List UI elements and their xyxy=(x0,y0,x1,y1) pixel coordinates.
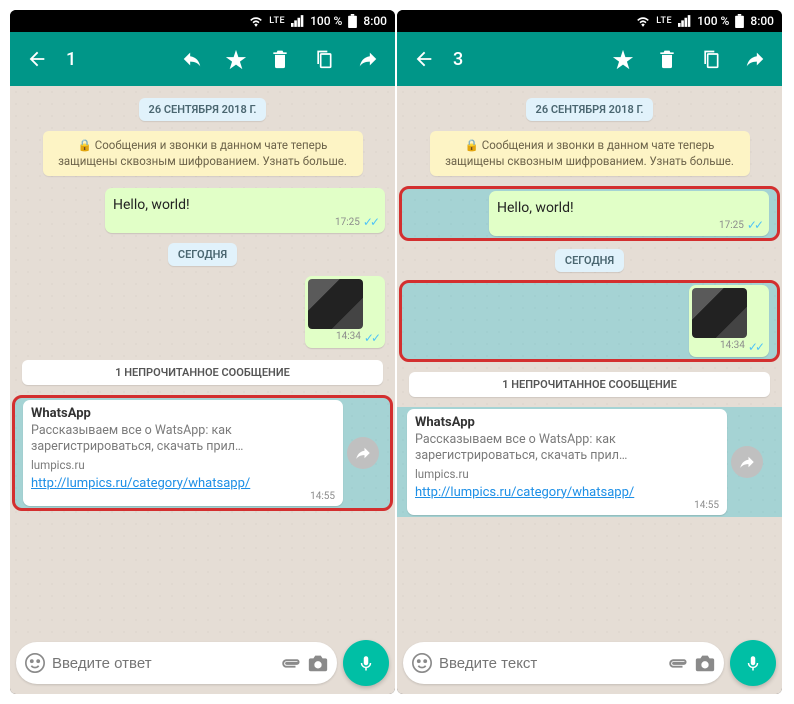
battery-icon xyxy=(735,14,744,28)
link-preview-title: WhatsApp xyxy=(415,415,719,430)
forward-bubble-icon[interactable] xyxy=(731,446,763,478)
link-url[interactable]: http://lumpics.ru/category/whatsapp/ xyxy=(31,476,335,491)
camera-icon[interactable] xyxy=(694,652,716,674)
image-thumbnail[interactable] xyxy=(692,288,747,338)
today-chip: СЕГОДНЯ xyxy=(168,243,237,266)
message-text: Hello, world! xyxy=(113,197,190,213)
voice-button[interactable] xyxy=(730,640,776,686)
camera-icon[interactable] xyxy=(307,652,329,674)
forward-icon[interactable] xyxy=(734,38,776,80)
message-row-selected[interactable]: Hello, world! 17:25 ✓✓ xyxy=(399,186,780,241)
forward-bubble-icon[interactable] xyxy=(347,437,379,469)
message-time: 14:55 xyxy=(310,491,335,502)
battery-pct: 100 % xyxy=(310,14,342,28)
battery-pct: 100 % xyxy=(697,14,729,28)
attach-icon[interactable] xyxy=(279,652,301,674)
message-time: 17:25 xyxy=(719,220,744,231)
read-ticks-icon: ✓✓ xyxy=(364,331,378,345)
signal-icon xyxy=(291,15,304,27)
input-bar xyxy=(397,634,782,694)
link-preview-desc: Рассказываем все о WatsApp: как зарегист… xyxy=(415,432,719,465)
message-time: 14:34 xyxy=(336,331,361,345)
battery-icon xyxy=(348,14,357,28)
status-bar: LTE 100 % 8:00 xyxy=(10,10,395,32)
message-input-field[interactable] xyxy=(16,642,337,684)
link-preview-domain: lumpics.ru xyxy=(31,458,335,472)
input-bar xyxy=(10,634,395,694)
wifi-icon xyxy=(636,15,650,27)
read-ticks-icon: ✓✓ xyxy=(748,340,762,354)
link-url[interactable]: http://lumpics.ru/category/whatsapp/ xyxy=(415,485,719,500)
delete-icon[interactable] xyxy=(646,38,688,80)
network-label: LTE xyxy=(656,16,672,26)
date-chip: 26 СЕНТЯБРЯ 2018 Г. xyxy=(139,98,267,121)
delete-icon[interactable] xyxy=(259,38,301,80)
link-preview-desc: Рассказываем все о WatsApp: как зарегист… xyxy=(31,423,335,456)
star-icon[interactable] xyxy=(602,38,644,80)
back-icon[interactable] xyxy=(403,38,445,80)
today-chip: СЕГОДНЯ xyxy=(555,249,624,272)
link-preview-domain: lumpics.ru xyxy=(415,467,719,481)
encryption-notice[interactable]: 🔒 Сообщения и звонки в данном чате тепер… xyxy=(430,131,750,176)
attach-icon[interactable] xyxy=(666,652,688,674)
selection-count: 1 xyxy=(66,49,76,70)
message-input[interactable] xyxy=(52,655,273,672)
copy-icon[interactable] xyxy=(690,38,732,80)
network-label: LTE xyxy=(269,16,285,26)
message-time: 14:34 xyxy=(720,340,745,354)
chat-area[interactable]: 26 СЕНТЯБРЯ 2018 Г. 🔒 Сообщения и звонки… xyxy=(397,86,782,634)
message-input-field[interactable] xyxy=(403,642,724,684)
back-icon[interactable] xyxy=(16,38,58,80)
message-text: Hello, world! xyxy=(497,200,574,216)
phone-left: LTE 100 % 8:00 1 xyxy=(10,10,395,694)
clock: 8:00 xyxy=(363,14,387,28)
clock: 8:00 xyxy=(750,14,774,28)
link-preview-title: WhatsApp xyxy=(31,406,335,421)
phone-right: LTE 100 % 8:00 3 xyxy=(397,10,782,694)
message-row-selected[interactable]: 14:34 ✓✓ xyxy=(399,280,780,362)
emoji-icon[interactable] xyxy=(411,652,433,674)
wifi-icon xyxy=(249,15,263,27)
unread-banner: 1 НЕПРОЧИТАННОЕ СООБЩЕНИЕ xyxy=(22,360,383,385)
message-row-selected[interactable]: WhatsApp Рассказываем все о WatsApp: как… xyxy=(397,407,782,517)
selection-app-bar: 3 xyxy=(397,32,782,86)
message-row[interactable]: 14:34 ✓✓ xyxy=(10,274,395,350)
encryption-notice[interactable]: 🔒 Сообщения и звонки в данном чате тепер… xyxy=(43,131,363,176)
selection-count: 3 xyxy=(453,49,463,70)
message-time: 14:55 xyxy=(694,500,719,511)
status-bar: LTE 100 % 8:00 xyxy=(397,10,782,32)
image-thumbnail[interactable] xyxy=(308,279,363,329)
read-ticks-icon: ✓✓ xyxy=(363,215,377,229)
copy-icon[interactable] xyxy=(303,38,345,80)
message-row[interactable]: Hello, world! 17:25 ✓✓ xyxy=(10,186,395,235)
signal-icon xyxy=(678,15,691,27)
reply-icon[interactable] xyxy=(171,38,213,80)
message-input[interactable] xyxy=(439,655,660,672)
unread-banner: 1 НЕПРОЧИТАННОЕ СООБЩЕНИЕ xyxy=(409,372,770,397)
message-row-selected[interactable]: WhatsApp Рассказываем все о WatsApp: как… xyxy=(12,395,393,511)
forward-icon[interactable] xyxy=(347,38,389,80)
emoji-icon[interactable] xyxy=(24,652,46,674)
message-time: 17:25 xyxy=(335,217,360,228)
read-ticks-icon: ✓✓ xyxy=(747,218,761,232)
chat-area[interactable]: 26 СЕНТЯБРЯ 2018 Г. 🔒 Сообщения и звонки… xyxy=(10,86,395,634)
voice-button[interactable] xyxy=(343,640,389,686)
selection-app-bar: 1 xyxy=(10,32,395,86)
date-chip: 26 СЕНТЯБРЯ 2018 Г. xyxy=(526,98,654,121)
star-icon[interactable] xyxy=(215,38,257,80)
